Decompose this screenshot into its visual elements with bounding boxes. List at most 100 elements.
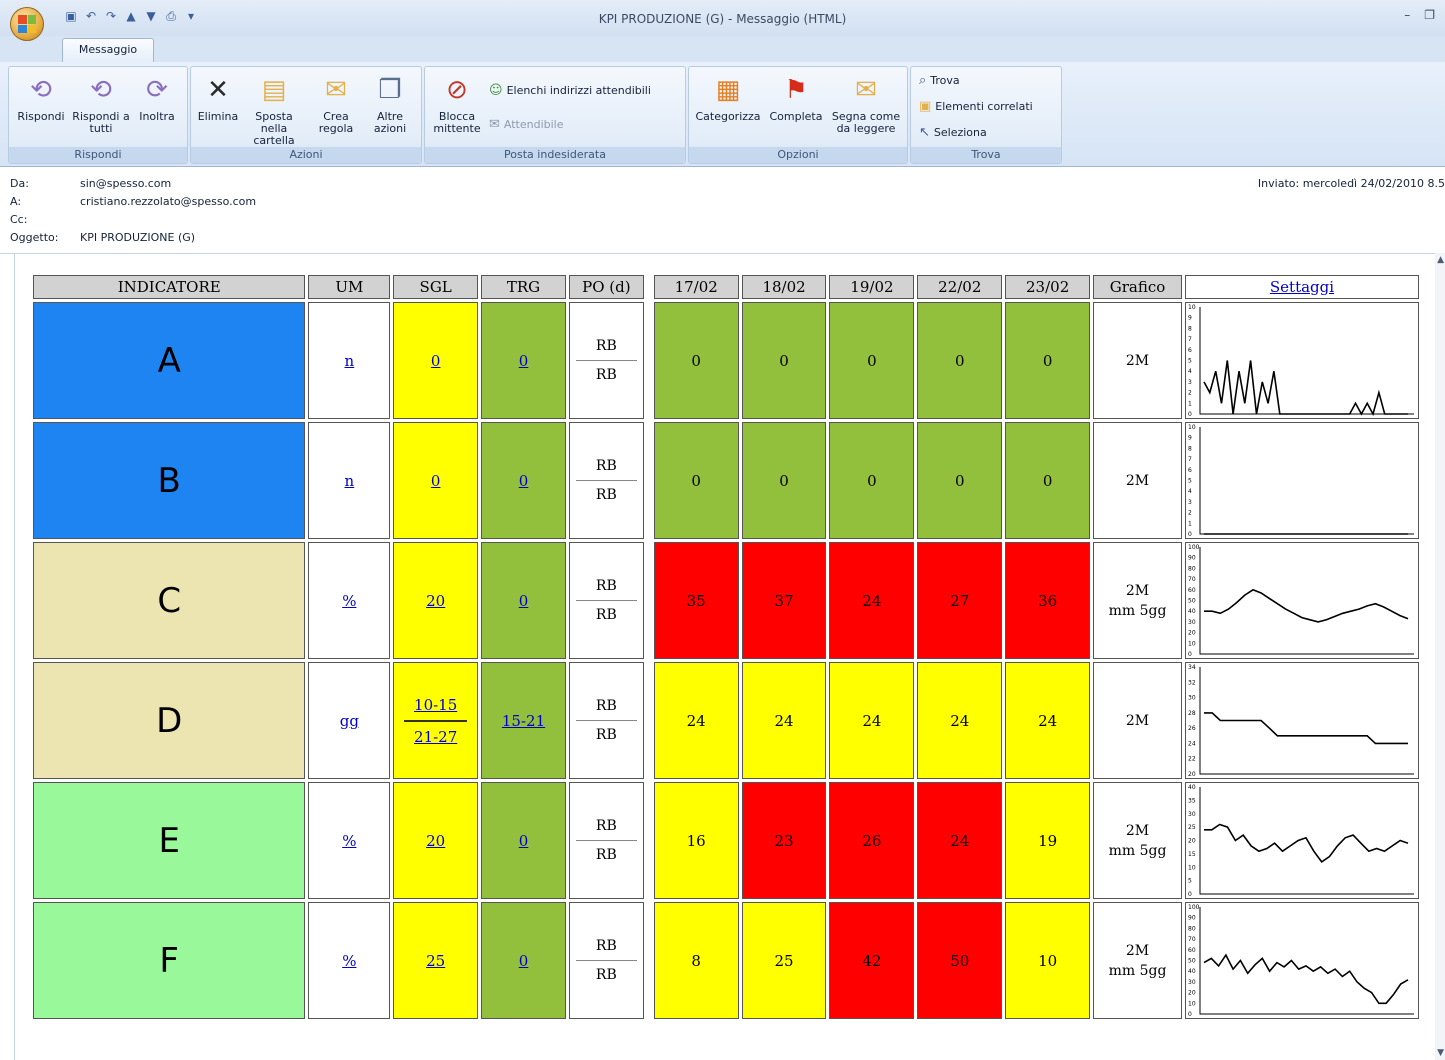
trg-cell: 0 [481,902,566,1019]
sparkline-tick-label: 30 [1188,979,1196,986]
sparkline-tick-label: 80 [1188,565,1196,572]
po-cell: RB RB [568,302,644,419]
sparkline-tick-label: 0 [1188,1011,1192,1017]
sparkline-tick-label: 40 [1188,784,1196,791]
block-sender-button[interactable]: ⊘ Blocca mittente [429,73,485,135]
grafico-cell: 2M mm 5gg [1093,542,1182,659]
day-value-cell: 42 [829,902,915,1019]
grafico-cell: 2M mm 5gg [1093,782,1182,899]
sgl-cell: 0 [393,422,479,539]
indicator-label: E [158,820,180,861]
move-to-folder-button[interactable]: ▤ Sposta nella cartella [241,73,307,147]
select-button[interactable]: ↖ Seleziona [919,125,987,140]
po-bottom: RB [595,607,617,623]
sparkline-tick-label: 60 [1188,947,1196,954]
grafico-cell: 2M [1093,422,1182,539]
settaggi-link[interactable]: Settaggi [1270,278,1334,296]
po-top: RB [575,698,637,721]
sparkline-tick-label: 1 [1188,520,1192,527]
um-link[interactable]: gg [340,712,359,730]
sparkline-tick-label: 0 [1188,411,1192,417]
sparkline-tick-label: 80 [1188,925,1196,932]
restore-icon[interactable]: ❐ [1424,8,1435,22]
vertical-scrollbar[interactable]: ▲ ▼ [1435,253,1445,1060]
sparkline-tick-label: 90 [1188,555,1196,562]
grafico-cell: 2M [1093,302,1182,419]
gap-cell [647,542,651,659]
find-button[interactable]: ⌕ Trova [919,73,960,88]
sgl-link[interactable]: 20 [426,592,445,610]
col-sgl: SGL [393,275,479,299]
trg-link[interactable]: 0 [519,592,529,610]
related-button[interactable]: ▣ Elementi correlati [919,99,1033,114]
day-value-cell: 24 [741,662,827,779]
ribbon-group-trova: ⌕ Trova ▣ Elementi correlati ↖ Seleziona… [910,66,1062,164]
sparkline-tick-label: 40 [1188,968,1196,975]
trg-link[interactable]: 0 [519,952,529,970]
trg-link[interactable]: 15-21 [502,712,545,730]
indicator-label: D [156,700,183,741]
trg-link[interactable]: 0 [519,472,529,490]
office-button[interactable] [10,7,44,41]
reply-button[interactable]: ⟲ Rispondi [13,73,69,123]
categorize-button[interactable]: ▦ Categorizza [691,73,765,123]
select-label: Seleziona [933,126,987,139]
not-junk-button[interactable]: ✉ Attendibile [489,117,564,132]
um-link[interactable]: % [342,952,356,970]
um-link[interactable]: n [344,472,354,490]
to-value[interactable]: cristiano.rezzolato@spesso.com [80,195,256,208]
group-label-rispondi: Rispondi [9,147,187,163]
trg-link[interactable]: 0 [519,832,529,850]
indicator-label: C [157,580,182,621]
grafico-period: 2M [1125,472,1150,489]
reply-all-button[interactable]: ⟲ Rispondi a tutti [71,73,131,135]
sparkline-tick-label: 7 [1188,336,1192,343]
day-value-cell: 27 [917,542,1003,659]
sparkline-tick-label: 70 [1188,936,1196,943]
sparkline-tick-label: 10 [1188,1000,1196,1007]
safe-lists-button[interactable]: ☺ Elenchi indirizzi attendibili [489,83,651,98]
um-link[interactable]: % [342,832,356,850]
um-link[interactable]: % [342,592,356,610]
col-day-2: 18/02 [741,275,827,299]
sparkline-tick-label: 50 [1188,598,1196,605]
day-value-cell: 24 [829,662,915,779]
sparkline-cell: 40 35 30 25 20 15 10 5 0 [1184,782,1419,899]
forward-button[interactable]: ⟳ Inoltra [131,73,183,123]
other-actions-button[interactable]: ❐ Altre azioni [363,73,417,135]
delete-button[interactable]: ✕ Elimina [195,73,241,123]
sent-value: mercoledì 24/02/2010 8.5 [1302,177,1445,190]
trg-link[interactable]: 0 [519,352,529,370]
sgl-link[interactable]: 0 [431,472,441,490]
col-indicatore: INDICATORE [33,275,306,299]
message-header: Da: sin@spesso.com A: cristiano.rezzolat… [0,167,1445,253]
scroll-down-icon[interactable]: ▼ [1437,1048,1444,1058]
sparkline-tick-label: 30 [1188,811,1196,818]
from-value[interactable]: sin@spesso.com [80,177,171,190]
sgl-link[interactable]: 10-15 [414,696,457,714]
day-value-cell: 0 [829,302,915,419]
day-value-cell: 10 [1005,902,1091,1019]
sgl-cell: 20 [393,542,479,659]
sparkline-axis [1199,427,1414,535]
create-rule-button[interactable]: ✉ Crea regola [311,73,361,135]
sgl-link[interactable]: 25 [426,952,445,970]
sparkline-tick-label: 20 [1188,630,1196,637]
follow-up-button[interactable]: ⚑ Completa [765,73,827,123]
sparkline-tick-label: 6 [1188,347,1192,354]
grafico-period: 2M [1125,582,1150,599]
sgl-cell: 10-15 21-27 [393,662,479,779]
tab-messaggio[interactable]: Messaggio [62,38,154,63]
sgl-link-2[interactable]: 21-27 [414,728,457,746]
window-controls: – ❐ [1404,8,1435,22]
scroll-up-icon[interactable]: ▲ [1437,255,1444,265]
mark-unread-button[interactable]: ✉ Segna come da leggere [829,73,903,135]
minimize-icon[interactable]: – [1404,8,1410,22]
indicator-label: F [159,940,179,981]
sparkline-tick-label: 25 [1188,824,1196,831]
kpi-row-c: C% 20 0 RB RB 35 37 24 27 36 2M mm 5gg 100 90 80 70 60 50… [33,542,1419,659]
col-trg: TRG [481,275,566,299]
sgl-link[interactable]: 20 [426,832,445,850]
sgl-link[interactable]: 0 [431,352,441,370]
um-link[interactable]: n [344,352,354,370]
